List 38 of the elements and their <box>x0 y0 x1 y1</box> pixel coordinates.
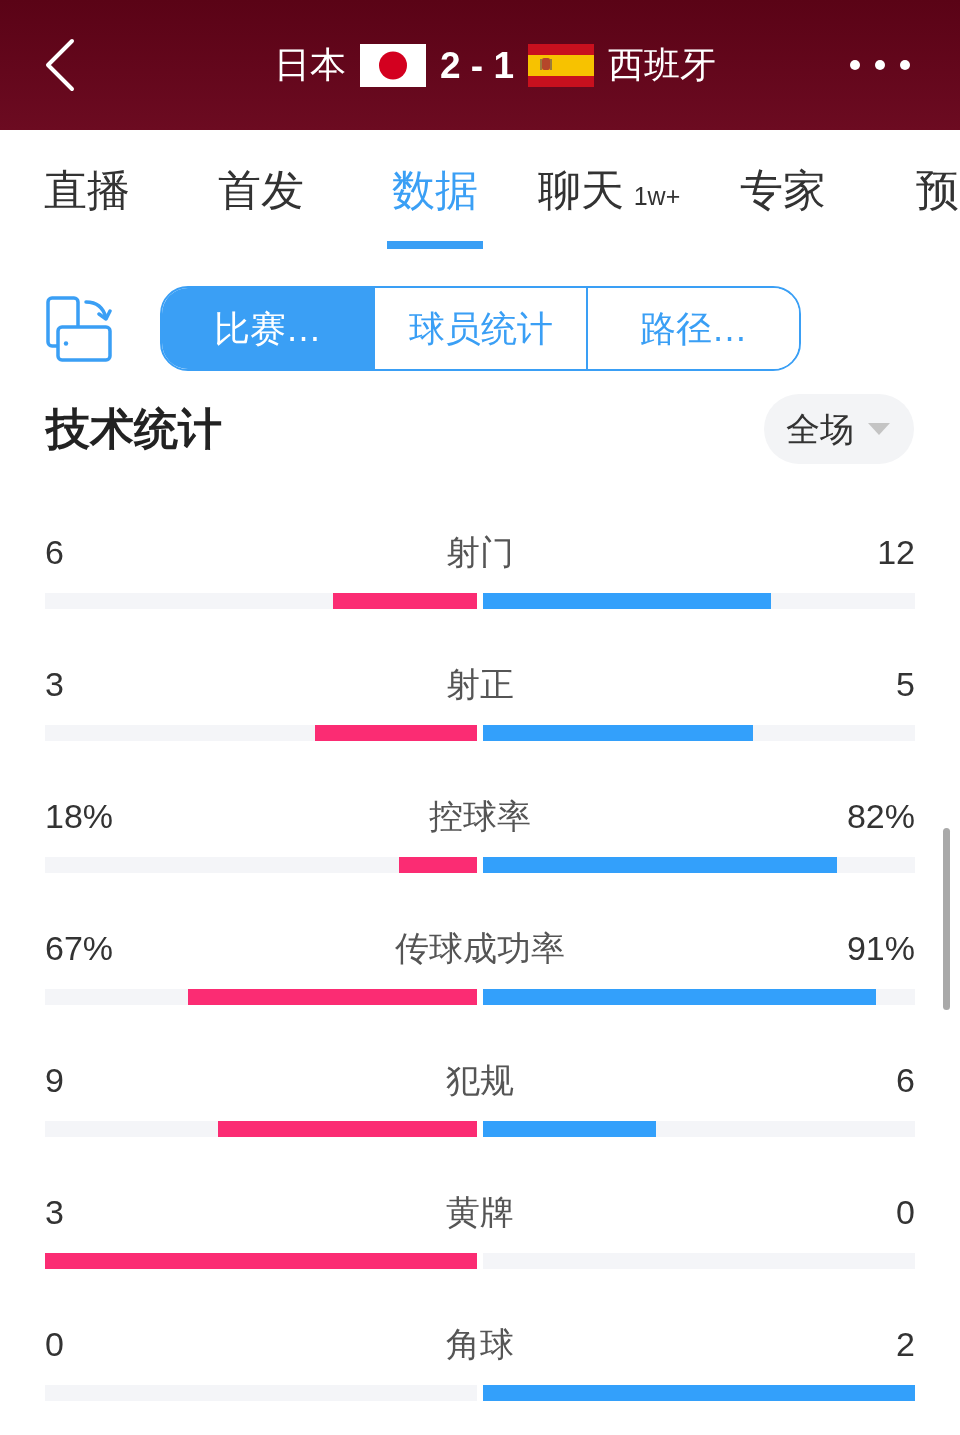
section-title: 技术统计 <box>46 407 222 451</box>
flag-icon <box>360 43 426 87</box>
tab[interactable]: 直播 <box>0 130 174 250</box>
stat-label: 射正 <box>446 667 514 701</box>
screen-rotate-icon[interactable] <box>46 295 112 362</box>
stat-label: 角球 <box>446 1327 514 1361</box>
more-icon[interactable] <box>850 60 910 70</box>
stat-value: 9 <box>45 1063 64 1097</box>
tab[interactable]: 专家 <box>696 130 870 250</box>
stat-value: 3 <box>45 667 64 701</box>
tab[interactable]: 首发 <box>174 130 348 250</box>
stat-value: 3 <box>45 1195 64 1229</box>
stat-value: 91% <box>846 931 915 965</box>
score: 2 - 1 <box>440 46 515 84</box>
caret-icon <box>868 423 890 435</box>
message-count: 1w+ <box>633 181 681 210</box>
stat-label: 黄牌 <box>446 1195 514 1229</box>
stat-label: 射门 <box>446 535 514 569</box>
stat-value: 2 <box>896 1327 915 1361</box>
period-dropdown[interactable]: 全场 <box>764 394 914 464</box>
back-icon[interactable] <box>44 38 76 92</box>
tab[interactable]: 预 <box>870 130 960 250</box>
stat-value: 18% <box>45 799 114 833</box>
stat-value: 0 <box>896 1195 915 1229</box>
tab[interactable]: 聊天 1w+ <box>522 130 696 250</box>
stat-value: 6 <box>896 1063 915 1097</box>
team-name: 日本 <box>274 47 346 83</box>
stat-label: 控球率 <box>429 799 531 833</box>
stat-label: 传球成功率 <box>395 931 565 965</box>
stat-value: 5 <box>896 667 915 701</box>
flag-icon <box>528 43 595 87</box>
stat-value: 0 <box>45 1327 64 1361</box>
stat-value: 82% <box>846 799 915 833</box>
team-name: 西班牙 <box>608 47 717 83</box>
stat-label: 犯规 <box>446 1063 514 1097</box>
stat-value: 6 <box>45 535 64 569</box>
stat-value: 12 <box>877 535 915 569</box>
stat-value: 67% <box>45 931 114 965</box>
